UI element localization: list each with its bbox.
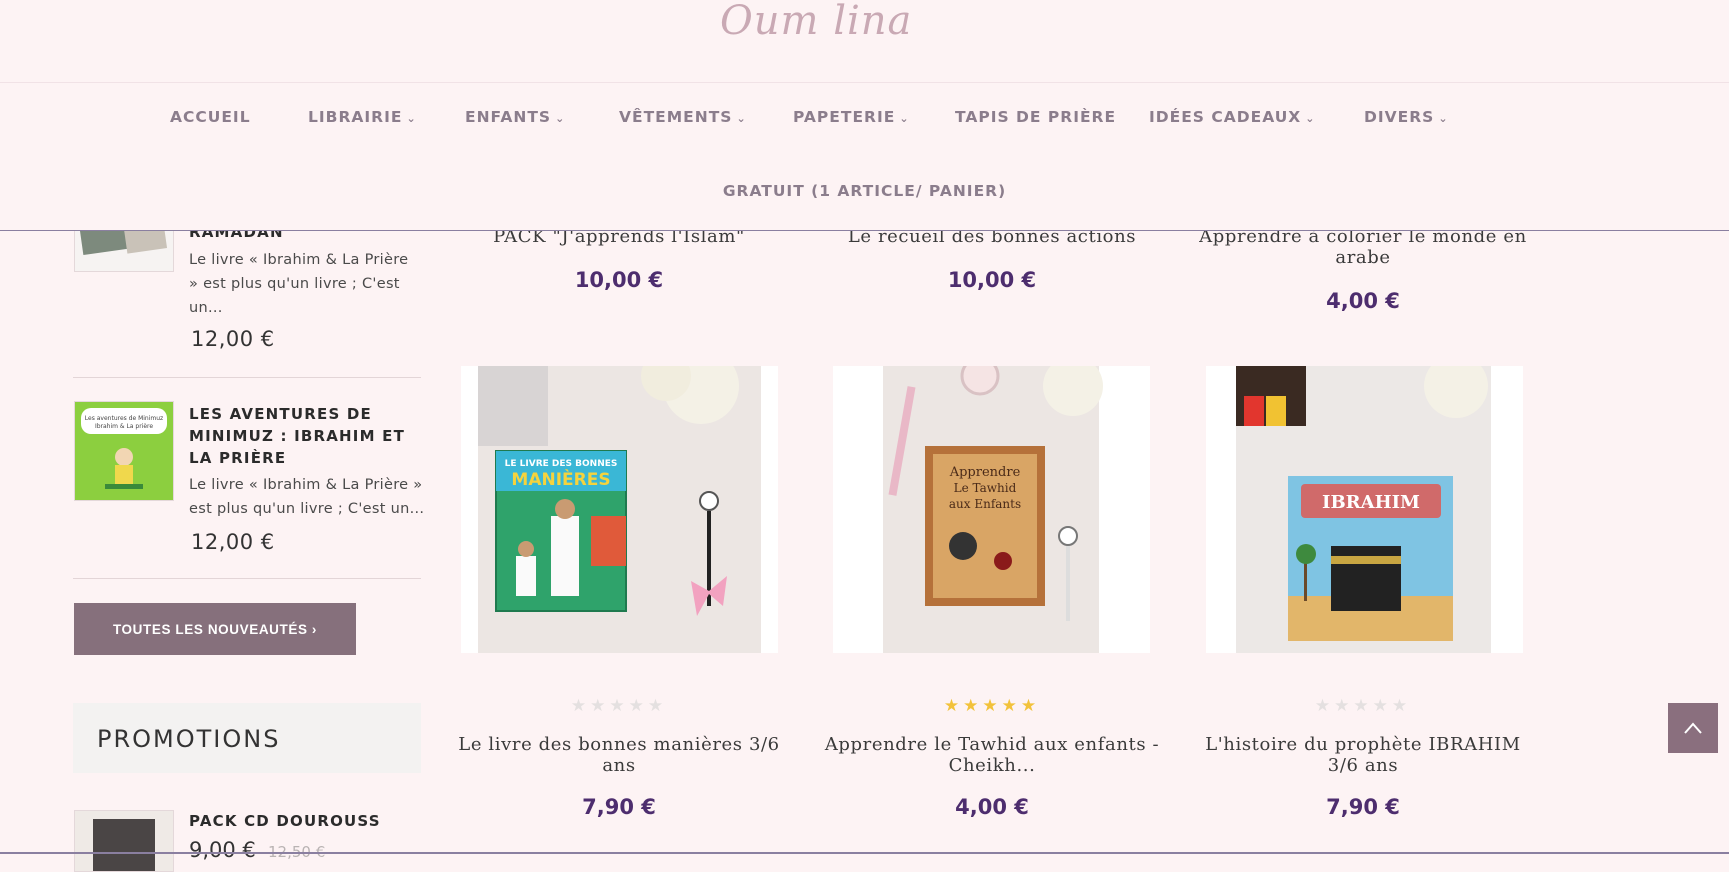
nav-item-idees-cadeaux[interactable]: IDÉES CADEAUX ⌄ xyxy=(1149,108,1315,126)
rating-stars: ★★★★★ xyxy=(822,696,1162,716)
all-new-products-button[interactable]: TOUTES LES NOUVEAUTÉS › xyxy=(74,603,356,655)
nav-item-tapis[interactable]: TAPIS DE PRIÈRE xyxy=(955,108,1116,126)
nav-item-librairie[interactable]: LIBRAIRIE ⌄ xyxy=(308,108,417,126)
svg-text:LE LIVRE DES BONNES: LE LIVRE DES BONNES xyxy=(505,459,618,469)
promo-item-price: 9,00 € xyxy=(189,838,256,862)
product-title[interactable]: Apprendre à colorier le monde en arabe xyxy=(1193,226,1533,268)
chevron-down-icon: ⌄ xyxy=(406,112,417,125)
product-title[interactable]: Apprendre le Tawhid aux enfants - Cheikh… xyxy=(822,734,1162,776)
rating-stars: ★★★★★ xyxy=(449,696,789,716)
book-thumbnail-image: Les aventures de Minimuz Ibrahim & La pr… xyxy=(75,402,173,500)
chevron-down-icon: ⌄ xyxy=(1438,112,1449,125)
product-price: 4,00 € xyxy=(955,795,1029,819)
chevron-down-icon: ⌄ xyxy=(1305,112,1316,125)
star-icon: ★★★★★ xyxy=(943,696,1041,716)
svg-text:Apprendre: Apprendre xyxy=(949,465,1021,480)
product-price: 4,00 € xyxy=(1326,289,1400,313)
product-title[interactable]: L'histoire du prophète IBRAHIM 3/6 ans xyxy=(1193,734,1533,776)
svg-text:IBRAHIM: IBRAHIM xyxy=(1322,492,1420,513)
secondary-nav: GRATUIT (1 ARTICLE/ PANIER) xyxy=(0,181,1729,200)
chevron-down-icon: ⌄ xyxy=(899,112,910,125)
back-to-top-button[interactable] xyxy=(1668,703,1718,753)
product-price: 7,90 € xyxy=(582,795,656,819)
svg-text:Le Tawhid: Le Tawhid xyxy=(954,481,1017,495)
svg-text:MANIÈRES: MANIÈRES xyxy=(511,468,610,490)
promotions-title: PROMOTIONS xyxy=(97,725,281,753)
sidebar-item-desc: Le livre « Ibrahim & La Prière » est plu… xyxy=(189,477,425,517)
product-price: 10,00 € xyxy=(947,268,1037,292)
sidebar-item-price: 12,00 € xyxy=(191,327,275,351)
book-cover-image: Apprendre Le Tawhid aux Enfants xyxy=(833,366,1150,653)
nav-item-divers[interactable]: DIVERS ⌄ xyxy=(1364,108,1449,126)
rating-stars: ★★★★★ xyxy=(1193,696,1533,716)
svg-text:Ibrahim & La prière: Ibrahim & La prière xyxy=(95,423,153,430)
chevron-down-icon: ⌄ xyxy=(555,112,566,125)
nav-item-enfants[interactable]: ENFANTS ⌄ xyxy=(465,108,565,126)
product-image-ibrahim[interactable]: IBRAHIM xyxy=(1206,366,1523,653)
header-divider xyxy=(0,82,1729,83)
nav-item-vetements[interactable]: VÊTEMENTS ⌄ xyxy=(619,108,747,126)
book-cover-image: IBRAHIM xyxy=(1206,366,1523,653)
site-logo[interactable]: Oum lina xyxy=(720,0,912,44)
divider xyxy=(73,578,421,579)
nav-item-gratuit[interactable]: GRATUIT (1 ARTICLE/ PANIER) xyxy=(723,182,1006,200)
nav-item-papeterie[interactable]: PAPETERIE ⌄ xyxy=(793,108,910,126)
sidebar-item-desc: Le livre « Ibrahim & La Prière » est plu… xyxy=(189,252,409,316)
promotions-header: PROMOTIONS xyxy=(73,703,421,773)
product-title[interactable]: Le livre des bonnes manières 3/6 ans xyxy=(449,734,789,776)
sidebar-item-price: 12,00 € xyxy=(191,530,275,554)
svg-text:Les aventures de Minimuz: Les aventures de Minimuz xyxy=(85,415,163,422)
chevron-down-icon: ⌄ xyxy=(736,112,747,125)
divider xyxy=(73,377,421,378)
star-icon: ★★★★★ xyxy=(1314,696,1412,716)
product-price: 7,90 € xyxy=(1326,795,1400,819)
product-image-bonnes-manieres[interactable]: LE LIVRE DES BONNES MANIÈRES xyxy=(461,366,778,653)
product-image-tawhid[interactable]: Apprendre Le Tawhid aux Enfants xyxy=(833,366,1150,653)
star-icon: ★★★★★ xyxy=(570,696,668,716)
svg-text:aux Enfants: aux Enfants xyxy=(949,497,1021,511)
promo-thumb[interactable] xyxy=(74,810,174,872)
chevron-up-icon xyxy=(1684,722,1702,734)
sidebar-item-title[interactable]: LES AVENTURES DE MINIMUZ : IBRAHIM ET LA… xyxy=(189,403,419,469)
book-cover-image: LE LIVRE DES BONNES MANIÈRES xyxy=(461,366,778,653)
main-nav: ACCUEIL LIBRAIRIE ⌄ ENFANTS ⌄ VÊTEMENTS ⌄ P… xyxy=(0,108,1729,132)
site-header: Oum lina ACCUEIL LIBRAIRIE ⌄ ENFANTS ⌄ VÊT… xyxy=(0,0,1729,231)
promo-item-title[interactable]: PACK CD DOUROUSS xyxy=(189,812,381,830)
product-price: 10,00 € xyxy=(574,268,664,292)
nav-item-accueil[interactable]: ACCUEIL xyxy=(170,108,251,126)
product-thumbnail-image xyxy=(75,811,173,871)
sidebar-thumb-minimuz[interactable]: Les aventures de Minimuz Ibrahim & La pr… xyxy=(74,401,174,501)
